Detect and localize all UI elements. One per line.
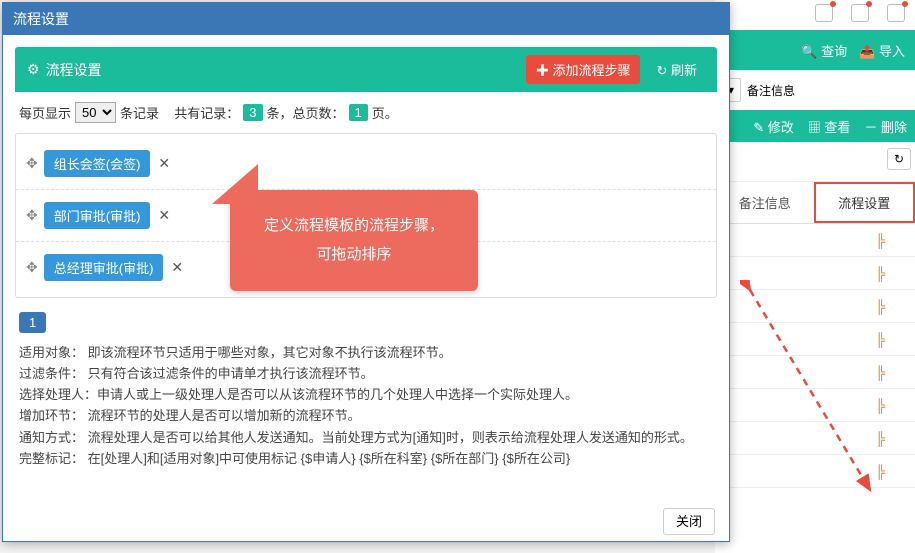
help-line: 选择处理人：申请人或上一级处理人是否可以从该流程环节的几个处理人中选择一个实际处… [19,385,713,405]
view-button[interactable]: 查看 [808,117,851,136]
pager-suffix1: 条记录 [120,103,159,122]
gear-icon [27,61,40,78]
close-button[interactable]: 关闭 [663,508,715,535]
help-line: 过滤条件： 只有符合该过滤条件的申请单才执行该流程环节。 [19,364,713,384]
per-page-select[interactable]: 50 [75,102,116,123]
pager-total-label: 共有记录： [174,103,239,122]
query-button[interactable]: 查询 [801,41,847,60]
table-row: ╠ [715,422,915,455]
table-header: 备注信息 流程设置 [715,182,915,224]
notif-icon-3[interactable] [887,4,905,22]
step-tag[interactable]: 部门审批(审批) [44,202,151,229]
table-row: ╠ [715,389,915,422]
notif-icon-2[interactable] [851,4,869,22]
drag-handle-icon[interactable]: ✥ [26,259,38,276]
delete-button[interactable]: 删除 [864,117,907,136]
delete-step-icon[interactable]: ✕ [169,259,185,276]
panel-title: 流程设置 [46,60,102,80]
flow-setting-icon[interactable]: ╠ [876,365,885,380]
delete-step-icon[interactable]: ✕ [156,155,172,172]
pager-page-count: 1 [349,104,368,121]
pager-info: 每页显示 50 条记录 共有记录： 3 条，总页数： 1 页。 [15,92,717,133]
small-btn[interactable]: ↻ [887,148,911,170]
drag-handle-icon[interactable]: ✥ [26,155,38,172]
pager-total-count: 3 [243,104,262,121]
edit-button[interactable]: 修改 [753,117,794,136]
table-row: ╠ [715,257,915,290]
flow-setting-icon[interactable]: ╠ [876,464,885,479]
action-bar-top: 查询 导入 [715,30,915,70]
callout-line2: 可拖动排序 [246,241,462,270]
action-bar-2: 修改 查看 删除 [715,110,915,142]
add-step-button[interactable]: 添加流程步骤 [526,55,641,84]
flow-setting-icon[interactable]: ╠ [876,431,885,446]
help-line: 增加环节： 流程环节的处理人是否可以增加新的流程环节。 [19,406,713,426]
sub-row: ↻ [715,142,915,182]
flow-setting-icon[interactable]: ╠ [876,398,885,413]
col-flow-setting: 流程设置 [814,182,915,223]
callout-line1: 定义流程模板的流程步骤， [246,212,462,241]
pager-page-suffix: 页。 [372,103,398,122]
table-row: ╠ [715,290,915,323]
help-line: 完整标记： 在[处理人]和[适用对象]中可使用标记 {$申请人} {$所在科室}… [19,449,713,469]
background-page: 查询 导入 ▾ 备注信息 修改 查看 删除 ↻ 备注信息 流程设置 ╠ ╠ ╠ … [715,0,915,553]
notif-icon-1[interactable] [815,4,833,22]
flow-setting-icon[interactable]: ╠ [876,266,885,281]
step-tag[interactable]: 组长会签(会签) [44,150,151,177]
filter-row: ▾ 备注信息 [715,70,915,110]
help-text: 适用对象： 即该流程环节只适用于哪些对象，其它对象不执行该流程环节。 过滤条件：… [15,341,717,469]
page-number[interactable]: 1 [19,312,46,333]
flow-setting-icon[interactable]: ╠ [876,332,885,347]
pager-prefix: 每页显示 [19,103,71,122]
panel-header: 流程设置 添加流程步骤 刷新 [15,47,717,92]
modal-title: 流程设置 [3,3,729,35]
flow-setting-icon[interactable]: ╠ [876,233,885,248]
table-row: ╠ [715,356,915,389]
table-row: ╠ [715,323,915,356]
table-row: ╠ [715,224,915,257]
step-row: ✥ 组长会签(会签) ✕ [16,138,716,189]
top-icons [715,0,915,30]
refresh-button[interactable]: 刷新 [648,55,705,84]
step-tag[interactable]: 总经理审批(审批) [44,254,164,281]
annotation-callout: 定义流程模板的流程步骤， 可拖动排序 [230,190,478,291]
flow-setting-icon[interactable]: ╠ [876,299,885,314]
pager-total-suffix: 条，总页数： [267,103,345,122]
remark-label: 备注信息 [747,82,795,99]
help-line: 适用对象： 即该流程环节只适用于哪些对象，其它对象不执行该流程环节。 [19,343,713,363]
delete-step-icon[interactable]: ✕ [156,207,172,224]
drag-handle-icon[interactable]: ✥ [26,207,38,224]
export-button[interactable]: 导入 [859,41,905,60]
table-row: ╠ [715,455,915,488]
help-line: 通知方式： 流程处理人是否可以给其他人发送通知。当前处理方式为[通知]时，则表示… [19,428,713,448]
